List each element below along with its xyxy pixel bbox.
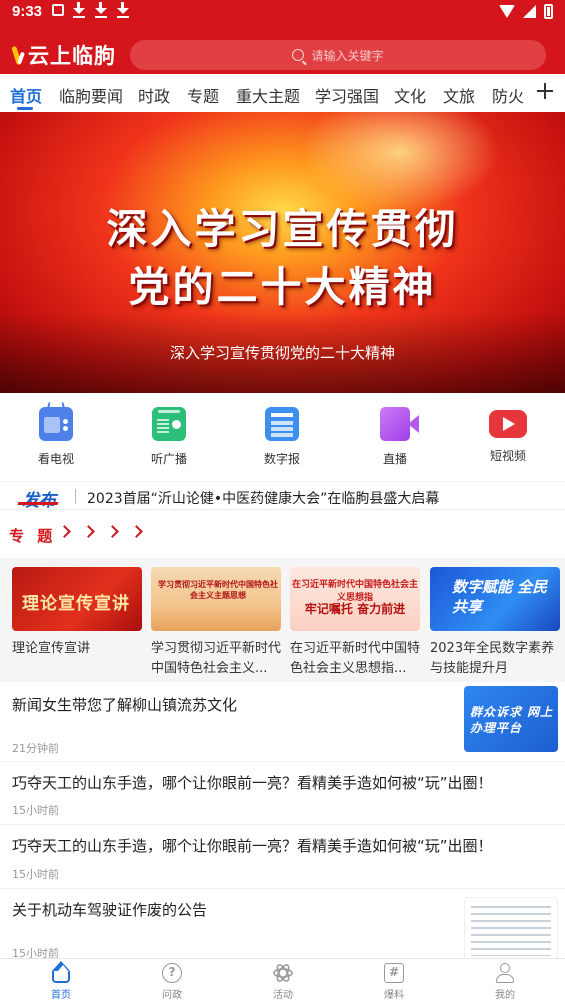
radio-icon xyxy=(152,407,186,441)
nav-profile[interactable]: 我的 xyxy=(475,963,535,1001)
download-icon xyxy=(94,2,108,18)
quick-entry-tv[interactable]: 看电视 xyxy=(16,402,96,467)
app-header: 9:33 云上临朐 请输入关键字 xyxy=(0,0,565,74)
nav-home[interactable]: 首页 xyxy=(31,961,91,1001)
topics-header[interactable]: 专 题 xyxy=(0,516,565,554)
news-title: 新闻女生带您了解柳山镇流苏文化 xyxy=(12,696,238,714)
topic-caption: 理论宣传宣讲 xyxy=(12,641,91,656)
topic-image: 在习近平新时代中国特色社会主义思想指 牢记嘱托 奋力前进 xyxy=(290,567,420,631)
tab-topics[interactable]: 专题 xyxy=(187,83,219,107)
download-icon xyxy=(116,2,130,18)
quick-entry-newspaper[interactable]: 数字报 xyxy=(242,407,322,467)
news-item[interactable]: 关于机动车驾驶证作废的公告 15小时前 xyxy=(0,889,565,963)
system-icons xyxy=(499,4,553,19)
signal-icon xyxy=(523,5,536,18)
notification-app-icon xyxy=(52,4,64,16)
add-channel-icon[interactable] xyxy=(537,83,553,99)
search-placeholder: 请输入关键字 xyxy=(311,48,384,63)
activity-icon xyxy=(273,963,293,983)
topic-image: 学习贯彻习近平新时代中国特色社会主义主题思想 xyxy=(151,567,281,631)
banner-caption: 深入学习宣传贯彻党的二十大精神 xyxy=(169,344,395,362)
home-icon xyxy=(52,961,70,983)
download-icon xyxy=(72,2,86,18)
chevron-right-icon xyxy=(58,525,71,538)
wifi-icon xyxy=(499,5,515,18)
quick-entries: 看电视 听广播 数字报 直播 短视频 xyxy=(0,393,565,481)
battery-icon xyxy=(544,4,553,19)
news-time: 15小时前 xyxy=(12,804,59,817)
live-camera-icon xyxy=(380,407,419,441)
topics-carousel: 理论宣传宣讲 理论宣传宣讲 学习贯彻习近平新时代中国特色社会主义主题思想 学习贯… xyxy=(0,558,565,682)
report-icon: # xyxy=(384,963,404,983)
search-bar[interactable]: 请输入关键字 xyxy=(130,40,546,70)
tab-linqu-news[interactable]: 临朐要闻 xyxy=(59,83,123,107)
tab-culture[interactable]: 文化 xyxy=(394,83,426,107)
news-title: 巧夺天工的山东手造，哪个让你眼前一亮？看精美手造如何被“玩”出圈！ xyxy=(12,837,493,855)
release-badge: 发布 xyxy=(22,491,56,511)
topic-caption: 学习贯彻习近平新时代中国特色社会主义... xyxy=(151,641,281,676)
logo-mark-icon xyxy=(12,44,26,66)
app-title: 云上临朐 xyxy=(28,43,116,68)
news-time: 15小时前 xyxy=(12,868,59,881)
banner-carousel[interactable]: 深入学习宣传贯彻 党的二十大精神 深入学习宣传贯彻党的二十大精神 xyxy=(0,112,565,393)
chevron-right-icon xyxy=(106,525,119,538)
news-title: 巧夺天工的山东手造，哪个让你眼前一亮？看精美手造如何被“玩”出圈！ xyxy=(12,774,493,792)
nav-inquiry[interactable]: ? 问政 xyxy=(142,963,202,1001)
channel-tabs: 首页 临朐要闻 时政 专题 重大主题 学习强国 文化 文旅 防火 xyxy=(0,74,565,112)
tab-xuexi[interactable]: 学习强国 xyxy=(315,83,379,107)
tab-active-indicator xyxy=(17,107,33,110)
tab-culture-tourism[interactable]: 文旅 xyxy=(443,83,475,107)
quick-entry-live[interactable]: 直播 xyxy=(355,407,435,467)
ticker-headline[interactable]: 2023首届“沂山论健•中医药健康大会”在临朐县盛大启幕 xyxy=(87,488,439,508)
news-thumbnail xyxy=(464,897,558,963)
app-logo[interactable]: 云上临朐 xyxy=(12,40,116,70)
topics-title: 专 题 xyxy=(9,527,57,545)
tab-major-themes[interactable]: 重大主题 xyxy=(236,83,300,107)
nav-activity[interactable]: 活动 xyxy=(253,963,313,1001)
bottom-nav: 首页 ? 问政 活动 # 爆料 我的 xyxy=(0,958,565,1004)
quick-entry-radio[interactable]: 听广播 xyxy=(129,407,209,467)
release-ticker[interactable]: 发布 2023首届“沂山论健•中医药健康大会”在临朐县盛大启幕 xyxy=(0,481,565,511)
tv-icon xyxy=(39,402,73,441)
tab-fire-prevention[interactable]: 防火 xyxy=(492,83,524,107)
news-title: 关于机动车驾驶证作废的公告 xyxy=(12,901,208,919)
news-time: 21分钟前 xyxy=(12,742,59,755)
chevron-right-icon xyxy=(130,525,143,538)
short-video-icon xyxy=(489,410,527,438)
nav-report[interactable]: # 爆料 xyxy=(364,963,424,1001)
news-item[interactable]: 巧夺天工的山东手造，哪个让你眼前一亮？看精美手造如何被“玩”出圈！ 15小时前 xyxy=(0,762,565,825)
topic-card[interactable]: 理论宣传宣讲 理论宣传宣讲 xyxy=(12,567,142,679)
search-icon xyxy=(292,49,305,61)
topic-card[interactable]: 在习近平新时代中国特色社会主义思想指 牢记嘱托 奋力前进 在习近平新时代中国特色… xyxy=(290,567,420,679)
question-icon: ? xyxy=(162,963,182,983)
user-icon xyxy=(495,963,515,983)
news-thumbnail: 群众诉求 网上办理平台 xyxy=(464,686,558,752)
tab-politics[interactable]: 时政 xyxy=(138,83,170,107)
topic-image: 理论宣传宣讲 xyxy=(12,567,142,631)
quick-entry-short-video[interactable]: 短视频 xyxy=(468,407,548,464)
news-item[interactable]: 新闻女生带您了解柳山镇流苏文化 21分钟前 群众诉求 网上办理平台 xyxy=(0,682,565,762)
banner-headline: 深入学习宣传贯彻 党的二十大精神 xyxy=(106,205,459,311)
topic-card[interactable]: 学习贯彻习近平新时代中国特色社会主义主题思想 学习贯彻习近平新时代中国特色社会主… xyxy=(151,567,281,679)
news-item[interactable]: 巧夺天工的山东手造，哪个让你眼前一亮？看精美手造如何被“玩”出圈！ 15小时前 xyxy=(0,825,565,889)
notification-icons xyxy=(52,2,130,18)
topic-caption: 2023年全民数字素养与技能提升月 xyxy=(430,641,555,676)
topic-caption: 在习近平新时代中国特色社会主义思想指... xyxy=(290,641,420,676)
topic-image: 数字赋能 全民共享 xyxy=(430,567,560,631)
status-time: 9:33 xyxy=(12,3,43,20)
newspaper-icon xyxy=(265,407,299,441)
status-bar: 9:33 xyxy=(0,0,565,26)
topic-card[interactable]: 数字赋能 全民共享 2023年全民数字素养与技能提升月 xyxy=(430,567,560,679)
tab-home[interactable]: 首页 xyxy=(10,83,42,107)
chevron-right-icon xyxy=(82,525,95,538)
